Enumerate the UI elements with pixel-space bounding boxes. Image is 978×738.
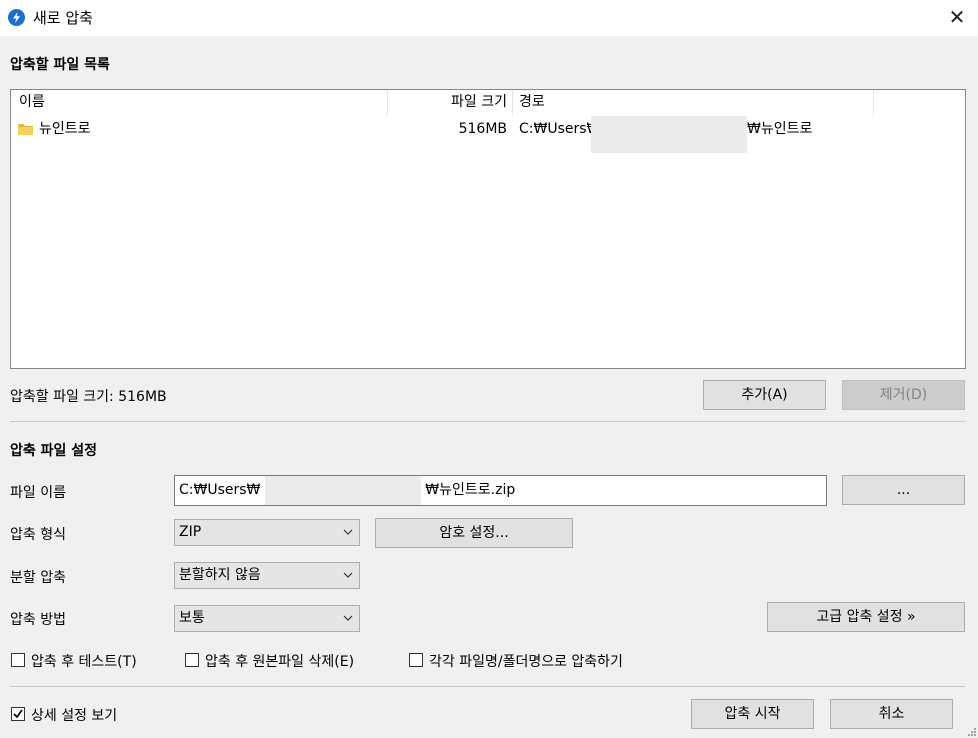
- browse-button[interactable]: ...: [842, 475, 965, 505]
- file-path-suffix: ₩뉴인트로: [747, 121, 813, 137]
- remove-button[interactable]: 제거(D): [842, 380, 965, 410]
- test-after-label[interactable]: 압축 후 테스트(T): [31, 651, 137, 671]
- settings-section-title: 압축 파일 설정: [10, 443, 98, 459]
- redacted-region: [591, 116, 747, 153]
- file-size-cell: 516MB: [458, 121, 507, 137]
- split-select[interactable]: 분할하지 않음: [174, 562, 360, 589]
- column-header-name[interactable]: 이름: [19, 90, 379, 115]
- chevron-down-icon: [343, 615, 353, 621]
- window-title: 새로 압축: [33, 9, 93, 27]
- each-separately-label[interactable]: 각각 파일명/폴더명으로 압축하기: [429, 651, 623, 671]
- checkmark-icon: [13, 709, 23, 719]
- divider: [10, 686, 965, 687]
- resize-grip-icon[interactable]: [966, 726, 976, 736]
- format-select[interactable]: ZIP: [174, 519, 360, 546]
- delete-source-checkbox[interactable]: [185, 653, 199, 667]
- format-value: ZIP: [179, 524, 202, 540]
- title-bar: 새로 압축 ✕: [0, 0, 978, 36]
- file-list[interactable]: 이름 파일 크기 경로 뉴인트로 516MB C:₩Users₩ ₩뉴인트로: [10, 89, 966, 369]
- password-button[interactable]: 암호 설정...: [375, 518, 573, 548]
- redacted-region: [264, 476, 421, 505]
- start-compress-button[interactable]: 압축 시작: [691, 699, 814, 729]
- column-divider[interactable]: [512, 90, 513, 115]
- format-label: 압축 형식: [10, 527, 66, 543]
- show-details-checkbox[interactable]: [11, 707, 25, 721]
- split-label: 분할 압축: [10, 570, 66, 586]
- filename-prefix: C:₩Users₩: [179, 482, 261, 498]
- list-item[interactable]: 뉴인트로 516MB C:₩Users₩ ₩뉴인트로: [11, 116, 965, 153]
- column-header-size[interactable]: 파일 크기: [389, 90, 507, 115]
- test-after-checkbox[interactable]: [11, 653, 25, 667]
- filename-field[interactable]: C:₩Users₩ ₩뉴인트로.zip: [174, 475, 827, 506]
- list-header: 이름 파일 크기 경로: [11, 90, 965, 115]
- chevron-down-icon: [343, 529, 353, 535]
- column-divider[interactable]: [873, 90, 874, 115]
- divider: [10, 421, 965, 422]
- file-list-section-title: 압축할 파일 목록: [10, 57, 110, 73]
- filename-label: 파일 이름: [10, 485, 66, 501]
- close-button[interactable]: ✕: [942, 4, 972, 32]
- method-label: 압축 방법: [10, 612, 66, 628]
- file-name-cell: 뉴인트로: [39, 121, 91, 137]
- split-value: 분할하지 않음: [179, 567, 261, 583]
- method-value: 보통: [179, 610, 205, 626]
- total-size-label: 압축할 파일 크기: 516MB: [10, 389, 167, 405]
- chevron-down-icon: [343, 572, 353, 578]
- cancel-button[interactable]: 취소: [830, 699, 953, 729]
- column-divider[interactable]: [387, 90, 388, 115]
- file-path-prefix: C:₩Users₩: [519, 121, 601, 137]
- bandizip-logo-icon: [8, 9, 25, 26]
- delete-source-label[interactable]: 압축 후 원본파일 삭제(E): [205, 651, 354, 671]
- column-header-path[interactable]: 경로: [519, 90, 869, 115]
- show-details-label[interactable]: 상세 설정 보기: [31, 705, 117, 725]
- folder-icon: [18, 123, 33, 136]
- filename-suffix: ₩뉴인트로.zip: [425, 482, 516, 498]
- method-select[interactable]: 보통: [174, 605, 360, 632]
- each-separately-checkbox[interactable]: [409, 653, 423, 667]
- add-button[interactable]: 추가(A): [703, 380, 826, 410]
- advanced-settings-button[interactable]: 고급 압축 설정 »: [767, 602, 965, 632]
